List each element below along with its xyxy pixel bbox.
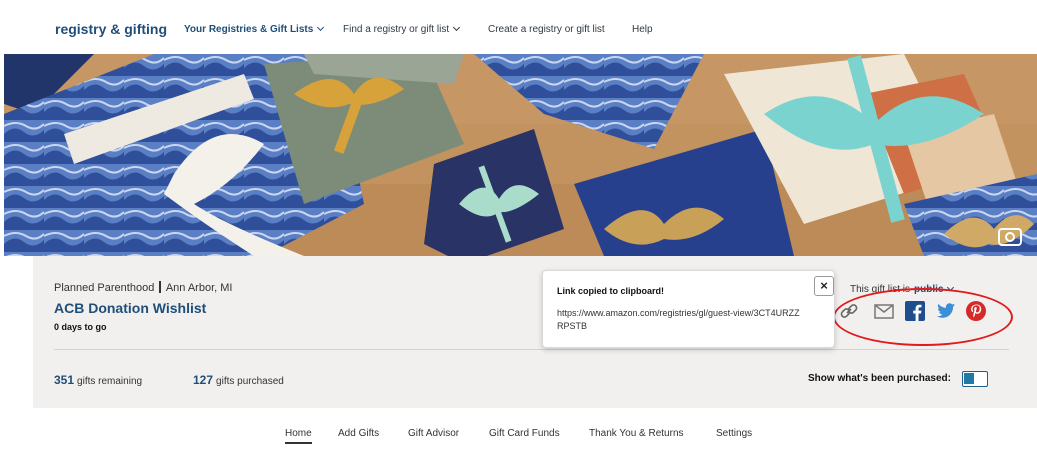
owner-name: Planned Parenthood xyxy=(54,282,155,294)
owner-location: Ann Arbor, MI xyxy=(165,282,233,294)
tab-thank-you-returns[interactable]: Thank You & Returns xyxy=(589,428,684,439)
tab-gift-advisor[interactable]: Gift Advisor xyxy=(408,428,459,439)
gifts-remaining-count: 351 xyxy=(54,373,75,387)
top-nav: registry & gifting Your Registries & Gif… xyxy=(0,0,1037,54)
chevron-down-icon xyxy=(317,23,325,32)
registry-owner: Planned Parenthood Ann Arbor, MI xyxy=(54,279,232,294)
nav-create-registry[interactable]: Create a registry or gift list xyxy=(488,24,605,35)
tab-gift-card-funds[interactable]: Gift Card Funds xyxy=(489,428,560,439)
divider-bar xyxy=(159,281,161,293)
link-copied-popup: Link copied to clipboard! https://www.am… xyxy=(542,270,835,348)
hero-banner-image xyxy=(4,54,1037,256)
nav-find-registry[interactable]: Find a registry or gift list xyxy=(343,23,461,35)
registry-info-panel: Planned Parenthood Ann Arbor, MI ACB Dona… xyxy=(33,256,1037,408)
popup-url[interactable]: https://www.amazon.com/registries/gl/gue… xyxy=(557,307,802,333)
nav-your-registries[interactable]: Your Registries & Gift Lists xyxy=(184,23,325,35)
popup-title: Link copied to clipboard! xyxy=(557,286,665,296)
days-to-go: 0 days to go xyxy=(54,322,107,332)
brand-logo[interactable]: registry & gifting xyxy=(55,21,167,37)
gifts-purchased: 127 gifts purchased xyxy=(193,373,284,387)
show-purchased-label: Show what's been purchased: xyxy=(808,373,951,384)
nav-help[interactable]: Help xyxy=(632,24,653,35)
gifts-purchased-label: gifts purchased xyxy=(216,376,284,387)
gift-boxes-illustration xyxy=(4,54,1037,256)
tab-settings[interactable]: Settings xyxy=(716,428,752,439)
annotation-circle xyxy=(833,288,1013,346)
tab-add-gifts[interactable]: Add Gifts xyxy=(338,428,379,439)
registry-tabs: Home Add Gifts Gift Advisor Gift Card Fu… xyxy=(0,408,1037,452)
nav-find-registry-label: Find a registry or gift list xyxy=(343,24,450,35)
close-icon[interactable]: × xyxy=(814,276,834,296)
registry-title[interactable]: ACB Donation Wishlist xyxy=(54,300,206,316)
toggle-knob xyxy=(964,373,974,384)
tab-home[interactable]: Home xyxy=(285,428,312,444)
nav-your-registries-label: Your Registries & Gift Lists xyxy=(184,24,314,35)
divider xyxy=(54,349,1009,350)
gifts-purchased-count: 127 xyxy=(193,373,214,387)
chevron-down-icon xyxy=(453,23,461,32)
gifts-remaining-label: gifts remaining xyxy=(77,376,143,387)
show-purchased-toggle[interactable] xyxy=(962,371,988,387)
gifts-remaining: 351 gifts remaining xyxy=(54,373,142,387)
